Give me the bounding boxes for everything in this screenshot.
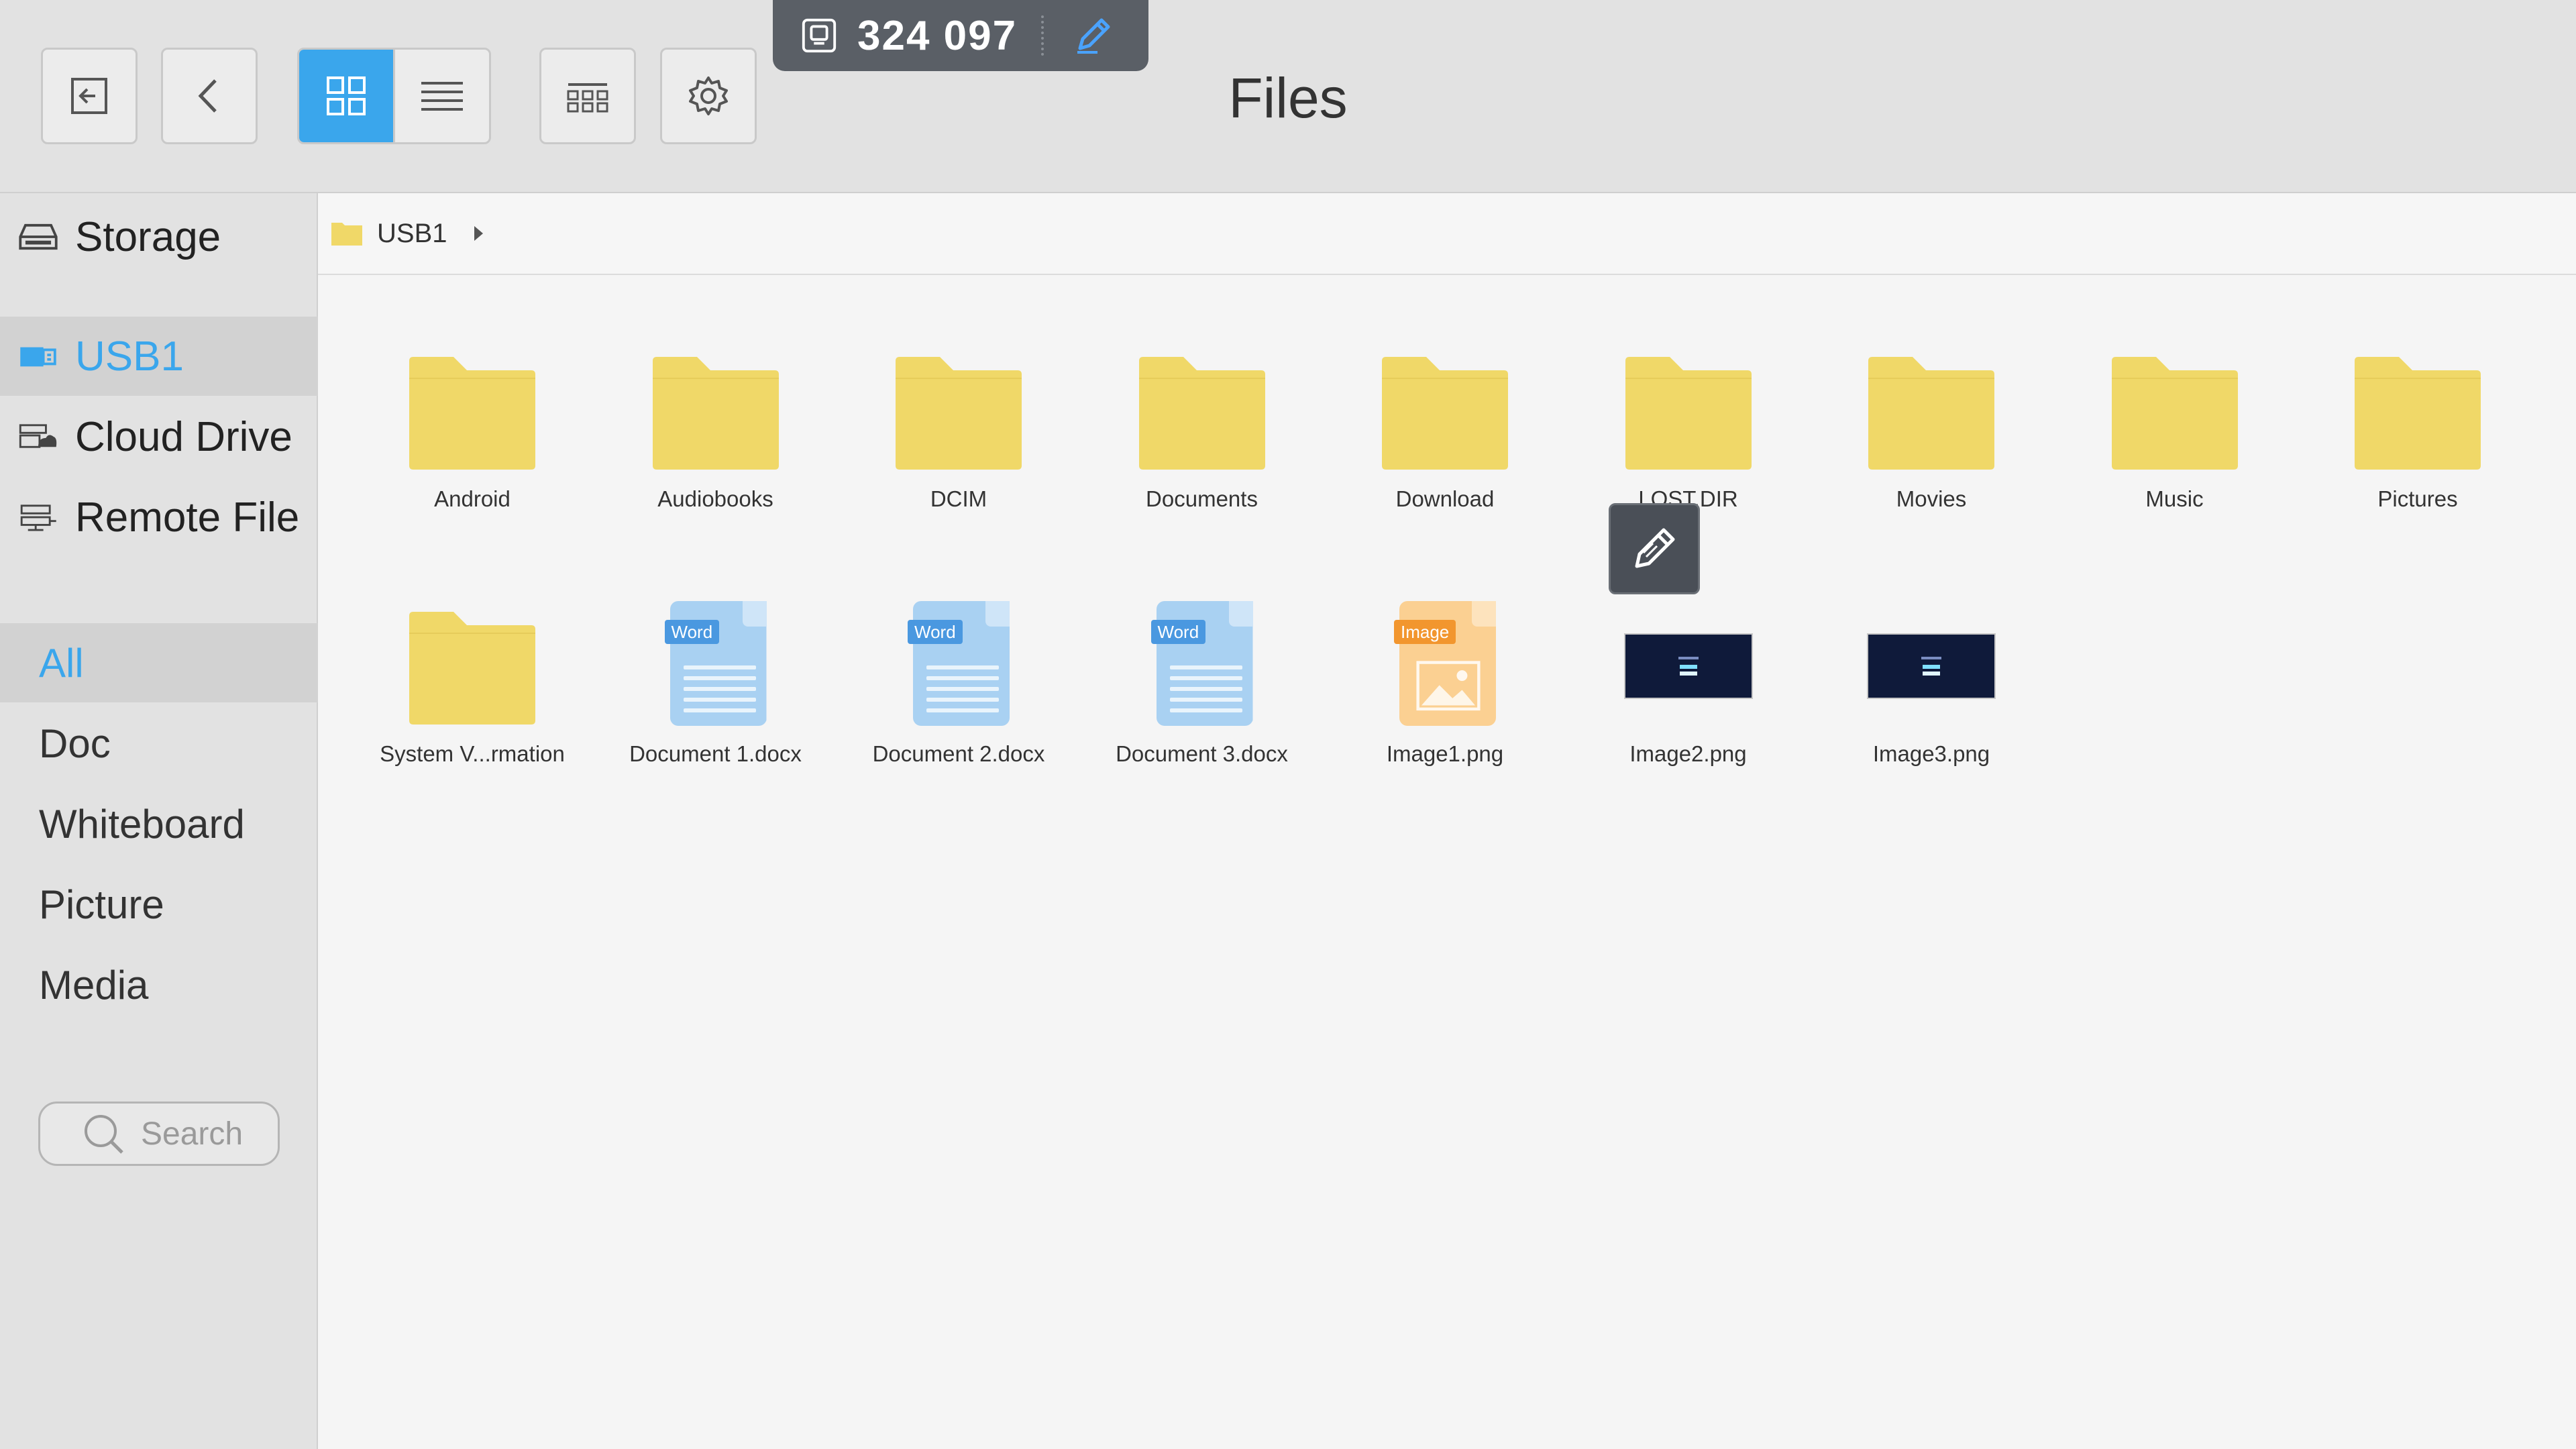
file-tile[interactable]: Pictures [2296,343,2539,545]
sidebar-item-remote-file[interactable]: Remote File [0,478,318,557]
word-doc-icon: Word [837,598,1080,726]
category-media[interactable]: Media [0,945,318,1024]
file-name: DCIM [930,486,987,511]
file-name: Download [1395,486,1495,511]
multi-select-icon [567,83,608,113]
category-all[interactable]: All [0,623,318,702]
file-tile[interactable]: Word Document 1.docx [594,598,837,800]
file-type-tag: Word [664,620,720,644]
file-name: Android [434,486,511,511]
file-name: Music [2145,486,2204,511]
multi-select-button[interactable] [539,48,636,144]
file-name: Document 2.docx [872,741,1045,766]
folder-icon [351,598,594,726]
category-picture[interactable]: Picture [0,865,318,944]
exit-button[interactable] [41,48,138,144]
file-tile[interactable]: Word Document 3.docx [1081,598,1324,800]
folder-icon [1810,343,2053,471]
cloud-drive-icon [19,421,60,452]
file-tile[interactable]: Image Image1.png [1324,598,1566,800]
file-tile[interactable]: Download [1324,343,1566,545]
file-tile[interactable]: DCIM [837,343,1080,545]
file-type-tag: Word [908,620,963,644]
file-tile[interactable]: Documents [1081,343,1324,545]
annotate-button[interactable] [1071,11,1118,61]
folder-icon [1324,343,1566,471]
file-tile[interactable]: Image3.png [1810,598,2053,800]
sidebar-item-storage[interactable]: Storage [0,193,318,276]
sidebar-item-cloud-drive[interactable]: Cloud Drive [0,397,318,476]
folder-icon [1567,343,1810,471]
file-name: Documents [1146,486,1258,511]
gear-icon [689,76,728,115]
sidebar-item-label: Storage [75,213,221,260]
image-file-icon: Image [1324,598,1566,726]
file-name: Image2.png [1629,741,1747,766]
search-box[interactable]: Search [38,1102,280,1166]
sidebar-item-usb1[interactable]: USB1 [0,317,318,396]
word-doc-icon: Word [594,598,837,726]
file-type-tag: Image [1394,620,1456,644]
view-toggle [297,48,491,144]
exit-icon [71,78,107,114]
file-tile[interactable]: Movies [1810,343,2053,545]
cast-icon [802,18,837,53]
file-name: Document 3.docx [1116,741,1288,766]
list-icon [421,82,463,111]
sidebar-item-label: USB1 [75,333,184,380]
folder-icon [351,343,594,471]
chevron-left-icon [198,79,217,113]
session-badge: 324 097 [773,0,1148,71]
grid-view-button[interactable] [299,50,393,142]
annotate-popup-button[interactable] [1609,503,1700,594]
pencil-icon [1635,528,1675,568]
drive-icon [19,221,60,252]
folder-icon [2053,343,2296,471]
caret-right-icon[interactable] [474,226,483,241]
list-view-button[interactable] [393,50,489,142]
grid-icon [327,76,366,115]
folder-icon [1081,343,1324,471]
breadcrumb-item-usb1[interactable]: USB1 [377,219,447,249]
word-doc-icon: Word [1081,598,1324,726]
file-tile[interactable]: Audiobooks [594,343,837,545]
sidebar: Storage USB1 Cloud Drive Remote File All… [0,193,318,1449]
category-whiteboard[interactable]: Whiteboard [0,784,318,863]
badge-divider [1041,15,1044,56]
file-name: Image1.png [1386,741,1504,766]
file-type-tag: Word [1150,620,1206,644]
file-name: System V...rmation [380,741,565,766]
search-icon [85,1115,123,1154]
file-name: Document 1.docx [629,741,802,766]
file-tile[interactable]: Android [351,343,594,545]
session-code: 324 097 [857,12,1018,59]
folder-icon [2296,343,2539,471]
folder-icon [837,343,1080,471]
top-toolbar: Files [0,0,2576,193]
pen-icon [1077,18,1110,54]
file-tile[interactable]: Music [2053,343,2296,545]
back-button[interactable] [161,48,258,144]
page-title: Files [1228,66,1348,129]
sidebar-item-label: Remote File [75,494,300,541]
image-thumbnail [1567,598,1810,726]
usb-icon [19,341,60,372]
file-tile[interactable]: System V...rmation [351,598,594,800]
breadcrumb: USB1 [318,193,2576,275]
file-name: Audiobooks [657,486,773,511]
file-tile[interactable]: Image2.png [1567,598,1810,800]
category-doc[interactable]: Doc [0,704,318,783]
file-name: Image3.png [1872,741,1990,766]
file-name: Pictures [2377,486,2458,511]
sidebar-item-label: Cloud Drive [75,413,292,460]
folder-icon [594,343,837,471]
settings-button[interactable] [660,48,757,144]
image-thumbnail [1810,598,2053,726]
remote-file-icon [19,502,60,533]
folder-icon [331,223,362,246]
search-placeholder: Search [141,1116,244,1152]
file-name: Movies [1896,486,1967,511]
file-tile[interactable]: Word Document 2.docx [837,598,1080,800]
